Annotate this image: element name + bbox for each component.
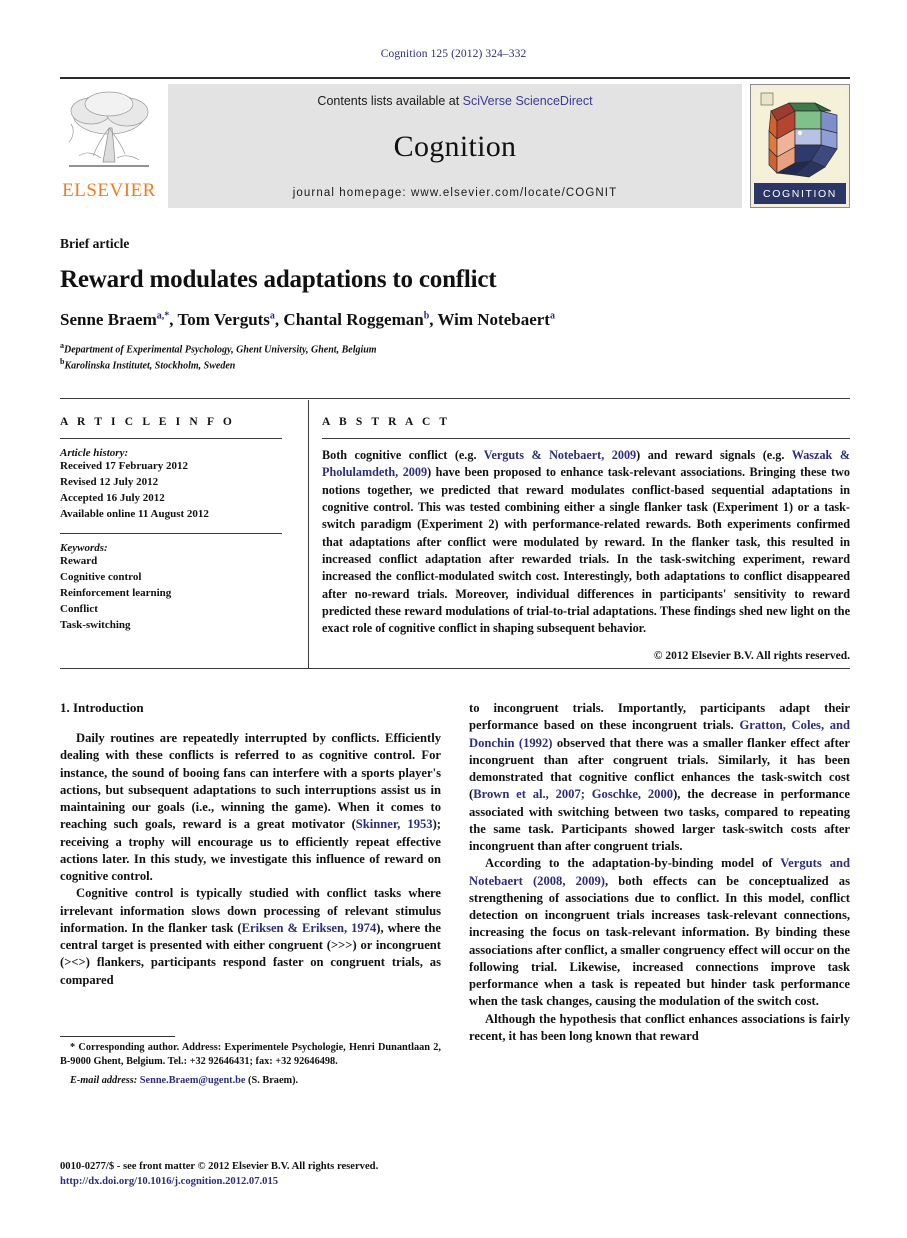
cover-caption: COGNITION (754, 183, 846, 204)
keyword-item: Conflict (60, 602, 98, 615)
section-heading-introduction: 1. Introduction (60, 700, 144, 715)
affiliation-1-text: Karolinska Institutet, Stockholm, Sweden (64, 360, 236, 372)
keywords-title: Keywords: (60, 541, 108, 554)
author-2: Chantal Roggemanb (283, 310, 430, 329)
issn-line: 0010-0277/$ - see front matter © 2012 El… (60, 1161, 379, 1172)
affiliation-1: bKarolinska Institutet, Stockholm, Swede… (60, 357, 850, 373)
journal-cover-thumbnail: COGNITION (750, 84, 850, 208)
elsevier-tree-icon (65, 84, 153, 180)
abstract-seg: Both cognitive conflict (e.g. (322, 448, 484, 462)
sciencedirect-link[interactable]: SciVerse ScienceDirect (463, 94, 593, 108)
paragraph: to incongruent trials. Importantly, part… (469, 700, 850, 855)
author-3: Wim Notebaerta (437, 310, 555, 329)
elsevier-wordmark: ELSEVIER (62, 180, 156, 201)
email-suffix: (S. Braem). (245, 1074, 299, 1086)
author-2-marks: b (423, 310, 430, 322)
email-link[interactable]: Senne.Braem@ugent.be (140, 1075, 246, 1086)
article-type-label: Brief article (60, 236, 130, 251)
body-column-left: 1. Introduction Daily routines are repea… (60, 700, 441, 1180)
history-item: Received 17 February 2012 (60, 460, 188, 472)
paragraph-seg: According to the adaptation-by-binding m… (485, 856, 781, 871)
paragraph: According to the adaptation-by-binding m… (469, 855, 850, 1010)
abstract-seg: ) have been proposed to enhance task-rel… (322, 465, 850, 636)
info-abstract-band: A R T I C L E I N F O Article history: R… (60, 400, 850, 662)
author-0: Senne Braema,* (60, 310, 170, 329)
keyword-item: Task-switching (60, 618, 131, 631)
paper-page: Cognition 125 (2012) 324–332 ELSEVIER Co… (0, 0, 907, 1238)
keyword-item: Reward (60, 554, 98, 567)
citation-link[interactable]: Eriksen & Eriksen, 1974 (242, 921, 377, 935)
abstract-rule (322, 438, 850, 439)
history-item: Revised 12 July 2012 (60, 475, 159, 488)
page-title: Reward modulates adaptations to conflict (60, 266, 497, 293)
journal-homepage-link[interactable]: journal homepage: www.elsevier.com/locat… (293, 187, 617, 199)
paragraph-seg: , both effects can be conceptualized as … (469, 873, 850, 1009)
author-list: Senne Braema,*, Tom Vergutsa, Chantal Ro… (60, 310, 555, 329)
doi-link[interactable]: http://dx.doi.org/10.1016/j.cognition.20… (60, 1175, 480, 1190)
article-history-title: Article history: (60, 447, 129, 459)
email-label: E-mail address: (70, 1074, 138, 1086)
affiliation-0-text: Department of Experimental Psychology, G… (64, 344, 377, 356)
body-column-right: to incongruent trials. Importantly, part… (469, 700, 850, 1180)
keyword-item: Cognitive control (60, 570, 142, 583)
keywords-rule (60, 532, 282, 534)
cognition-cover-art-icon (755, 89, 845, 181)
keyword-item: Reinforcement learning (60, 586, 172, 599)
citation-link[interactable]: Skinner, 1953 (356, 817, 433, 831)
corresponding-author-note: * Corresponding author. Address: Experim… (60, 1042, 441, 1067)
footnote-block: * Corresponding author. Address: Experim… (60, 1036, 441, 1088)
band-bottom-rule (60, 668, 850, 669)
article-info-column: A R T I C L E I N F O Article history: R… (60, 400, 298, 662)
masthead-top-rule (60, 77, 850, 79)
paragraph: Although the hypothesis that conflict en… (469, 1011, 850, 1043)
author-3-marks: a (549, 310, 555, 322)
article-header: Brief article Reward modulates adaptatio… (60, 236, 850, 373)
journal-title: Cognition (393, 129, 517, 163)
affiliation-list: aDepartment of Experimental Psychology, … (60, 341, 850, 373)
abstract-seg: ) and reward signals (e.g. (636, 448, 792, 462)
citation-link[interactable]: Verguts & Notebaert, 2009 (484, 448, 636, 462)
author-1: Tom Vergutsa (177, 310, 275, 329)
history-item: Available online 11 August 2012 (60, 507, 209, 520)
abstract-column: A B S T R A C T Both cognitive conflict … (298, 400, 850, 662)
footnote-rule (60, 1036, 175, 1037)
journal-masthead: ELSEVIER Contents lists available at Sci… (60, 77, 850, 208)
body-columns: 1. Introduction Daily routines are repea… (60, 700, 850, 1180)
abstract-body: Both cognitive conflict (e.g. Verguts & … (322, 447, 850, 638)
contents-available-line: Contents lists available at SciVerse Sci… (317, 94, 592, 108)
elsevier-tree-svg (68, 91, 149, 167)
author-0-marks: a,* (156, 310, 170, 322)
abstract-label: A B S T R A C T (322, 416, 451, 428)
article-info-label: A R T I C L E I N F O (60, 416, 235, 428)
paragraph: Daily routines are repeatedly interrupte… (60, 730, 441, 885)
affiliation-0: aDepartment of Experimental Psychology, … (60, 341, 850, 357)
citation-link[interactable]: Brown et al., 2007; Goschke, 2000 (473, 787, 673, 801)
running-head: Cognition 125 (2012) 324–332 (380, 48, 527, 60)
article-info-rule (60, 438, 282, 439)
email-note: E-mail address: Senne.Braem@ugent.be (S.… (60, 1074, 441, 1088)
band-top-rule (60, 398, 850, 399)
author-1-marks: a (269, 310, 275, 322)
abstract-copyright: © 2012 Elsevier B.V. All rights reserved… (653, 649, 850, 662)
history-item: Accepted 16 July 2012 (60, 491, 165, 504)
elsevier-logo: ELSEVIER (60, 84, 158, 208)
paragraph: Cognitive control is typically studied w… (60, 885, 441, 989)
footer-issn-block: 0010-0277/$ - see front matter © 2012 El… (60, 1160, 480, 1190)
contents-prefix: Contents lists available at (317, 94, 463, 108)
journal-info-box: Contents lists available at SciVerse Sci… (168, 84, 742, 208)
